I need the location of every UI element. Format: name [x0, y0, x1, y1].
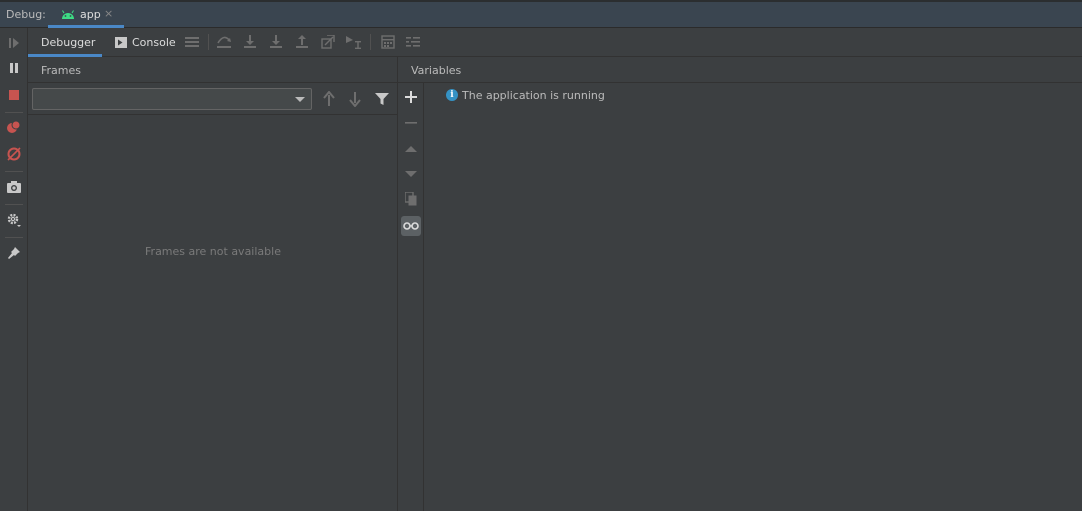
settings-icon[interactable] [5, 211, 23, 229]
remove-icon[interactable] [401, 113, 421, 133]
evaluate-expression-icon[interactable] [380, 34, 396, 50]
step-over-icon[interactable] [216, 34, 232, 50]
view-breakpoints-icon[interactable] [5, 118, 23, 136]
tab-console[interactable]: Console [110, 28, 182, 57]
pause-icon[interactable] [5, 59, 23, 77]
debugger-toolbar: Debugger Console [28, 28, 1082, 57]
move-up-icon[interactable] [401, 139, 421, 159]
filter-icon[interactable] [375, 92, 391, 108]
chevron-down-icon [295, 97, 305, 102]
debug-title-bar: Debug: app × [0, 0, 1082, 28]
watches-icon[interactable] [401, 216, 421, 236]
mute-breakpoints-icon[interactable] [5, 145, 23, 163]
variables-title: Variables [411, 64, 462, 77]
frames-title: Frames [41, 64, 82, 77]
stop-icon[interactable] [5, 86, 23, 104]
next-frame-icon[interactable] [348, 91, 364, 108]
variables-toolbar [398, 83, 424, 511]
add-icon[interactable] [401, 87, 421, 107]
trace-icon[interactable] [405, 34, 421, 50]
status-text: The application is running [462, 89, 605, 102]
force-step-into-icon[interactable] [268, 34, 284, 50]
tab-debugger[interactable]: Debugger [28, 28, 102, 57]
duplicate-icon[interactable] [401, 189, 421, 209]
tab-debugger-label: Debugger [41, 36, 96, 49]
resume-icon[interactable] [5, 34, 23, 52]
console-icon [115, 37, 127, 51]
android-icon [61, 10, 75, 23]
step-out-icon[interactable] [294, 34, 310, 50]
frames-panel: Frames Frames are not available [28, 57, 398, 511]
drop-frame-icon[interactable] [320, 34, 336, 50]
thread-select[interactable] [32, 88, 312, 110]
show-execution-point-icon[interactable] [184, 34, 200, 50]
frames-empty-message: Frames are not available [145, 245, 281, 258]
debug-label: Debug: [6, 8, 46, 21]
close-icon[interactable]: × [104, 7, 113, 20]
run-tab-app[interactable]: app × [48, 2, 124, 28]
info-icon: i [446, 89, 458, 101]
debug-side-toolbar [0, 28, 28, 511]
run-tab-label: app [80, 8, 101, 21]
step-into-icon[interactable] [242, 34, 258, 50]
move-down-icon[interactable] [401, 164, 421, 184]
frames-header: Frames [28, 57, 398, 83]
run-to-cursor-icon[interactable] [346, 34, 362, 50]
pin-icon[interactable] [5, 244, 23, 262]
previous-frame-icon[interactable] [322, 90, 338, 107]
camera-icon[interactable] [5, 178, 23, 196]
variables-header: Variables [398, 57, 1082, 83]
tab-console-label: Console [132, 36, 176, 49]
